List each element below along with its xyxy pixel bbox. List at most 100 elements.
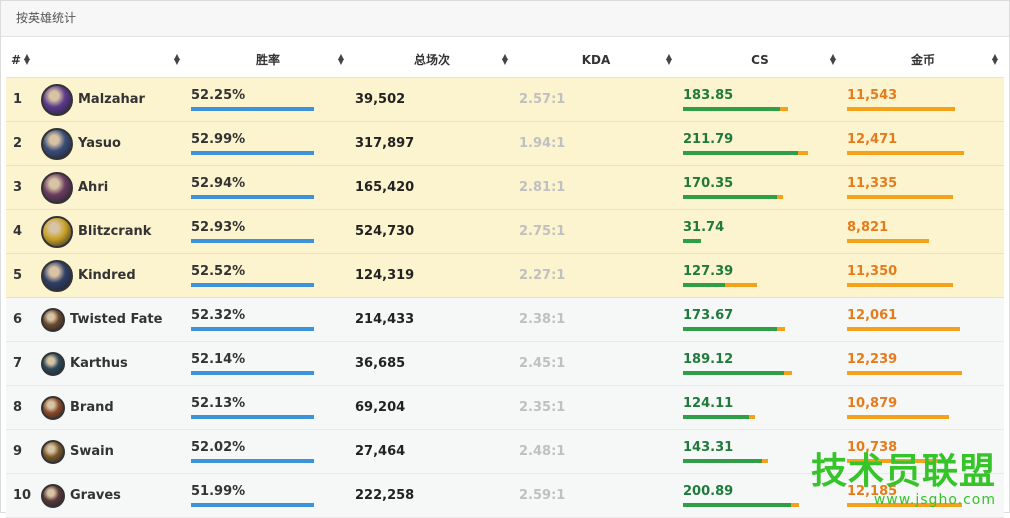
cs-value: 183.85 <box>683 88 734 103</box>
gold-bar <box>847 107 987 111</box>
win-rate-value: 51.99% <box>191 484 246 499</box>
champion-cell[interactable]: Kindred <box>36 253 186 298</box>
win-rate-value: 52.52% <box>191 264 246 279</box>
champion-avatar-icon[interactable] <box>41 439 65 464</box>
champion-avatar-icon[interactable] <box>41 395 65 420</box>
champion-avatar-icon[interactable] <box>41 351 65 376</box>
table-row[interactable]: 2 Yasuo 52.99% 317,897 1.94:1 211.79 12,471 <box>6 121 1004 166</box>
rank-cell: 3 <box>6 165 36 210</box>
sort-icon[interactable]: ▲ ▼ <box>174 53 180 66</box>
table-row[interactable]: 1 Malzahar 52.25% 39,502 2.57:1 183.85 11,543 <box>6 77 1004 122</box>
champion-name[interactable]: Swain <box>70 444 114 459</box>
champion-cell[interactable]: Malzahar <box>36 77 186 122</box>
table-row[interactable]: 5 Kindred 52.52% 124,319 2.27:1 127.39 11,350 <box>6 253 1004 298</box>
sort-icon[interactable]: ▲ ▼ <box>666 53 672 66</box>
gold-value: 12,061 <box>847 308 898 323</box>
champion-cell[interactable]: Karthus <box>36 341 186 386</box>
col-header-champion[interactable]: ▲ ▼ <box>36 42 186 78</box>
cs-value: 170.35 <box>683 176 734 191</box>
gold-cell: 12,061 <box>842 297 1004 342</box>
champion-cell[interactable]: Yasuo <box>36 121 186 166</box>
champion-name[interactable]: Brand <box>70 400 114 415</box>
sort-icon[interactable]: ▲ ▼ <box>830 53 836 66</box>
champion-cell[interactable]: Blitzcrank <box>36 209 186 254</box>
cs-bar-green <box>683 415 749 419</box>
champion-cell[interactable]: Graves <box>36 473 186 518</box>
table-row[interactable]: 8 Brand 52.13% 69,204 2.35:1 124.11 10,879 <box>6 385 1004 430</box>
win-rate-bar <box>191 327 314 331</box>
watermark: 技术员联盟 www.jsgho.com <box>811 452 996 509</box>
gold-cell: 11,350 <box>842 253 1004 298</box>
games-cell: 214,433 <box>350 297 514 342</box>
cs-bar <box>683 151 823 155</box>
champion-cell[interactable]: Ahri <box>36 165 186 210</box>
win-rate-bar <box>191 459 314 463</box>
champion-avatar-icon[interactable] <box>41 83 73 116</box>
cs-cell: 31.74 <box>678 209 842 254</box>
col-header-cs[interactable]: CS ▲ ▼ <box>678 42 842 78</box>
champion-name[interactable]: Twisted Fate <box>70 312 162 327</box>
cs-cell: 173.67 <box>678 297 842 342</box>
champion-cell[interactable]: Twisted Fate <box>36 297 186 342</box>
champion-avatar-icon[interactable] <box>41 171 73 204</box>
sort-icon[interactable]: ▲ ▼ <box>502 53 508 66</box>
col-header-rank[interactable]: # ▲ ▼ <box>6 42 36 78</box>
kda-cell: 2.35:1 <box>514 385 678 430</box>
cs-bar-green <box>683 239 701 243</box>
cs-bar-green <box>683 151 798 155</box>
table-row[interactable]: 6 Twisted Fate 52.32% 214,433 2.38:1 173.67 12… <box>6 297 1004 342</box>
gold-bar-fill <box>847 283 953 287</box>
win-rate-cell: 52.52% <box>186 253 350 298</box>
table-row[interactable]: 3 Ahri 52.94% 165,420 2.81:1 170.35 11,335 <box>6 165 1004 210</box>
champion-avatar-icon[interactable] <box>41 215 73 248</box>
gold-cell: 11,335 <box>842 165 1004 210</box>
cs-bar-orange <box>725 283 757 287</box>
col-header-win-rate[interactable]: 胜率 ▲ ▼ <box>186 42 350 78</box>
cs-bar <box>683 371 823 375</box>
win-rate-value: 52.02% <box>191 440 246 455</box>
win-rate-cell: 51.99% <box>186 473 350 518</box>
table-row[interactable]: 4 Blitzcrank 52.93% 524,730 2.75:1 31.74 8,821 <box>6 209 1004 254</box>
champion-avatar-icon[interactable] <box>41 483 65 508</box>
sort-icon[interactable]: ▲ ▼ <box>992 53 998 66</box>
champion-name[interactable]: Ahri <box>78 180 108 195</box>
champion-name[interactable]: Graves <box>70 488 121 503</box>
cs-bar-orange <box>791 503 799 507</box>
win-rate-bar <box>191 151 314 155</box>
champion-cell[interactable]: Brand <box>36 385 186 430</box>
sort-icon[interactable]: ▲ ▼ <box>24 53 30 66</box>
col-header-gold[interactable]: 金币 ▲ ▼ <box>842 42 1004 78</box>
cs-cell: 183.85 <box>678 77 842 122</box>
table-row[interactable]: 7 Karthus 52.14% 36,685 2.45:1 189.12 12,239 <box>6 341 1004 386</box>
rank-cell: 1 <box>6 77 36 122</box>
champion-name[interactable]: Malzahar <box>78 92 145 107</box>
champion-avatar-icon[interactable] <box>41 259 73 292</box>
champion-name[interactable]: Karthus <box>70 356 128 371</box>
champion-avatar-icon[interactable] <box>41 127 73 160</box>
champion-avatar-icon[interactable] <box>41 307 65 332</box>
col-header-games[interactable]: 总场次 ▲ ▼ <box>350 42 514 78</box>
col-header-gold-label: 金币 <box>910 53 935 67</box>
cs-bar-orange <box>749 415 755 419</box>
champion-cell[interactable]: Swain <box>36 429 186 474</box>
win-rate-value: 52.32% <box>191 308 246 323</box>
champion-name[interactable]: Yasuo <box>78 136 121 151</box>
col-header-kda[interactable]: KDA ▲ ▼ <box>514 42 678 78</box>
cs-cell: 127.39 <box>678 253 842 298</box>
cs-value: 211.79 <box>683 132 734 147</box>
gold-cell: 10,879 <box>842 385 1004 430</box>
champion-stats-table: # ▲ ▼ ▲ ▼ 胜率 ▲ ▼ 总场次 ▲ ▼ KDA ▲ ▼ CS ▲ ▼ 金币 ▲ ▼ 1 Malza… <box>6 42 1004 518</box>
games-cell: 27,464 <box>350 429 514 474</box>
champion-name[interactable]: Kindred <box>78 268 136 283</box>
win-rate-cell: 52.25% <box>186 77 350 122</box>
rank-cell: 8 <box>6 385 36 430</box>
cs-value: 31.74 <box>683 220 725 235</box>
cs-bar-green <box>683 195 777 199</box>
cs-value: 189.12 <box>683 352 734 367</box>
gold-bar-fill <box>847 239 929 243</box>
sort-icon[interactable]: ▲ ▼ <box>338 53 344 66</box>
cs-bar-green <box>683 371 784 375</box>
gold-value: 11,543 <box>847 88 898 103</box>
watermark-url: www.jsgho.com <box>873 492 996 508</box>
champion-name[interactable]: Blitzcrank <box>78 224 151 239</box>
